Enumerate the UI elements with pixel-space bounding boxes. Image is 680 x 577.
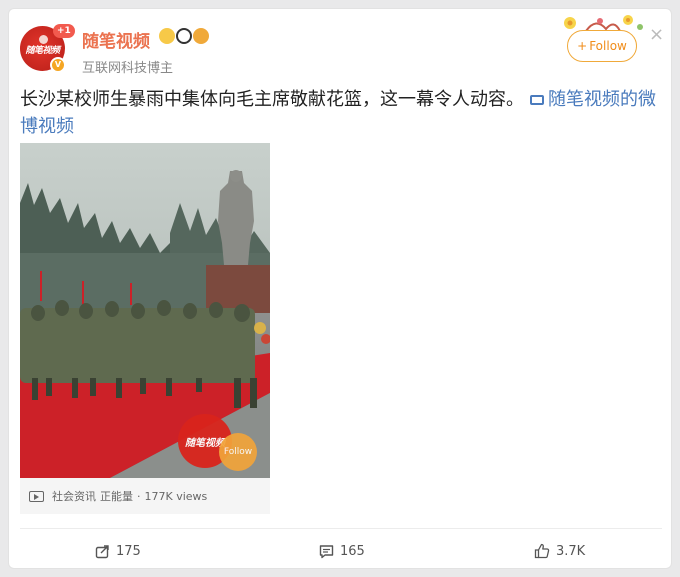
close-icon[interactable]: × [649,26,664,44]
comment-icon [319,544,334,558]
video-meta-bar: 社会资讯 正能量 · 177K views [20,478,270,514]
avatar-logo-text: 随笔视频 [25,46,60,56]
crab-icon [193,28,209,44]
share-count: 175 [116,543,141,559]
weibo-post-card: 随笔视频 +1 V 随笔视频 互联网科技博主 + Follow × 长沙某校师生… [8,8,672,569]
follow-button[interactable]: + Follow [567,30,637,62]
meta-separator: · [137,489,141,503]
avatar-plus-badge: +1 [53,24,75,38]
name-emoji-badges [159,28,209,44]
follow-plus-icon: + [577,39,588,53]
comment-count: 165 [340,543,365,559]
video-link-icon [530,95,544,105]
laughing-face-icon [159,28,175,44]
like-count: 3.7K [556,543,586,559]
video-category: 社会资讯 [52,490,96,503]
action-divider [20,528,662,529]
video-scene-image [20,143,270,478]
post-body: 长沙某校师生暴雨中集体向毛主席敬献花篮，这一幕令人动容。 [20,89,524,110]
comment-button[interactable]: 165 [319,540,365,562]
video-tag: 正能量 [100,490,133,503]
follow-button-label: Follow [589,39,627,53]
author-description: 互联网科技博主 [82,61,174,76]
share-button[interactable]: 175 [95,540,141,562]
video-play-icon [29,490,44,502]
panda-icon [176,28,192,44]
video-views: 177K views [144,489,208,503]
thumbs-up-icon [534,543,550,559]
verified-badge-icon: V [50,57,66,73]
watermark-follow-badge: Follow [219,433,257,471]
share-icon [95,544,109,558]
author-name[interactable]: 随笔视频 [82,27,150,52]
like-button[interactable]: 3.7K [534,540,585,562]
video-thumbnail[interactable]: 随笔视频 Follow [20,143,270,478]
post-text: 长沙某校师生暴雨中集体向毛主席敬献花篮，这一幕令人动容。 随笔视频的微博视频 [20,86,666,140]
